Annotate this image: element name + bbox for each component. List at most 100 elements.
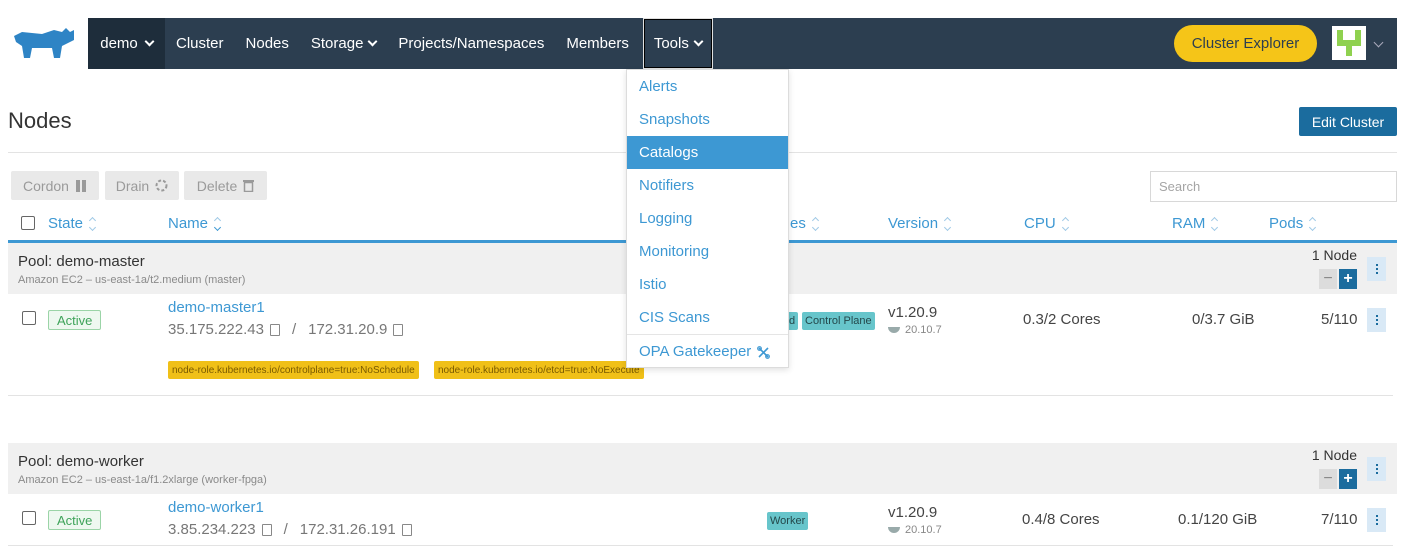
ip-separator: / [291,321,297,338]
menu-item-catalogs[interactable]: Catalogs [627,136,788,169]
column-header-version[interactable]: Version [888,215,952,232]
pool-name: Pool: demo-master [18,253,145,270]
tools-dropdown-menu: Alerts Snapshots Catalogs Notifiers Logg… [626,69,789,368]
column-header-ram-label: RAM [1172,215,1206,232]
column-header-roles[interactable]: es [790,215,819,232]
menu-item-alerts[interactable]: Alerts [627,70,788,103]
scale-down-button[interactable]: − [1319,269,1337,289]
row-checkbox[interactable] [22,311,36,325]
pool-actions-menu-icon[interactable] [1367,457,1386,481]
role-badge-worker: Worker [767,512,809,530]
menu-item-opa-gatekeeper[interactable]: OPA Gatekeeper [627,335,788,369]
nav-tools[interactable]: Tools [642,18,713,69]
chevron-down-icon [367,36,378,47]
node-ip-addresses: 3.85.234.223 / 172.31.26.191 [168,521,412,538]
pool-header: Pool: demo-worker Amazon EC2 – us-east-1… [8,443,1397,494]
cordon-button[interactable]: Cordon [11,171,99,200]
cpu-usage: 0.4/8 Cores [1022,511,1100,528]
docker-icon [888,327,900,333]
menu-item-opa-gatekeeper-label: OPA Gatekeeper [639,343,752,360]
nav-nodes[interactable]: Nodes [235,18,300,69]
docker-icon [888,527,900,533]
status-badge: Active [48,310,102,330]
pods-usage: 7/110 [1321,511,1358,528]
ram-usage: 0.1/120 GiB [1178,511,1258,528]
pool-name: Pool: demo-worker [18,453,144,470]
edit-cluster-button[interactable]: Edit Cluster [1299,107,1397,136]
user-avatar[interactable] [1332,26,1366,60]
node-actions-menu-icon[interactable] [1367,508,1386,532]
node-name-link[interactable]: demo-master1 [168,299,265,316]
public-ip: 35.175.222.43 [168,321,264,338]
sort-icon [213,216,222,231]
copy-icon[interactable] [393,323,404,336]
sort-icon [1211,216,1219,231]
nav-cluster[interactable]: Cluster [165,18,235,69]
column-header-name-label: Name [168,215,209,232]
column-header-cpu-label: CPU [1024,215,1056,232]
menu-item-monitoring[interactable]: Monitoring [627,235,788,268]
chevron-down-icon[interactable] [1373,37,1384,48]
scale-down-button[interactable]: − [1319,469,1337,489]
menu-item-istio[interactable]: Istio [627,268,788,301]
column-header-state-label: State [48,215,84,232]
select-all-checkbox[interactable] [21,216,35,230]
column-header-pods-label: Pods [1269,215,1304,232]
scale-up-button[interactable]: + [1339,269,1357,289]
ram-usage: 0/3.7 GiB [1192,311,1255,328]
delete-button-label: Delete [196,177,238,194]
taint-badge: node-role.kubernetes.io/controlplane=tru… [168,361,419,379]
column-header-state[interactable]: State [48,215,97,232]
scale-up-button[interactable]: + [1339,469,1357,489]
private-ip: 172.31.20.9 [308,321,388,338]
nav-tools-label: Tools [653,35,689,52]
menu-item-snapshots[interactable]: Snapshots [627,103,788,136]
role-badge-control-plane: Control Plane [802,312,875,330]
menu-item-notifiers[interactable]: Notifiers [627,169,788,202]
column-header-name[interactable]: Name [168,215,222,232]
column-header-pods[interactable]: Pods [1269,215,1317,232]
node-ip-addresses: 35.175.222.43 / 172.31.20.9 [168,321,404,338]
drain-button[interactable]: Drain [105,171,179,200]
external-tools-icon [757,345,771,359]
status-badge: Active [48,510,102,530]
row-divider [8,395,1393,396]
trash-icon [243,180,255,192]
pool-description: Amazon EC2 – us-east-1a/t2.medium (maste… [18,274,246,286]
menu-item-cis-scans[interactable]: CIS Scans [627,301,788,334]
sort-icon [88,216,97,231]
column-header-ram[interactable]: RAM [1172,215,1219,232]
delete-button[interactable]: Delete [184,171,267,200]
docker-version-label: 20.10.7 [905,324,942,336]
sort-icon [811,216,819,231]
menu-item-logging[interactable]: Logging [627,202,788,235]
kubernetes-version: v1.20.9 [888,304,938,321]
copy-icon[interactable] [269,323,280,336]
node-actions-menu-icon[interactable] [1367,308,1386,332]
nav-storage[interactable]: Storage [300,18,388,69]
row-checkbox[interactable] [22,511,36,525]
column-header-cpu[interactable]: CPU [1024,215,1069,232]
ip-separator: / [283,521,288,538]
docker-version: 20.10.7 [888,324,942,336]
pool-actions-menu-icon[interactable] [1367,257,1386,281]
nav-projects-namespaces[interactable]: Projects/Namespaces [387,18,555,69]
pause-icon [75,179,86,192]
column-header-roles-label: es [790,215,806,232]
kubernetes-version: v1.20.9 [888,504,938,521]
search-input[interactable] [1150,171,1397,202]
copy-icon[interactable] [261,523,272,536]
cluster-selector[interactable]: demo [88,18,165,69]
cpu-usage: 0.3/2 Cores [1023,311,1101,328]
nav-storage-label: Storage [310,35,364,52]
node-name-link[interactable]: demo-worker1 [168,499,264,516]
nav-members[interactable]: Members [555,18,640,69]
drain-button-label: Drain [115,177,150,194]
docker-version-label: 20.10.7 [905,524,942,536]
private-ip: 172.31.26.191 [299,521,396,538]
copy-icon[interactable] [401,523,412,536]
spinner-icon [155,179,168,192]
cluster-explorer-button[interactable]: Cluster Explorer [1174,25,1317,62]
chevron-down-icon [144,36,155,47]
docker-version: 20.10.7 [888,524,942,536]
